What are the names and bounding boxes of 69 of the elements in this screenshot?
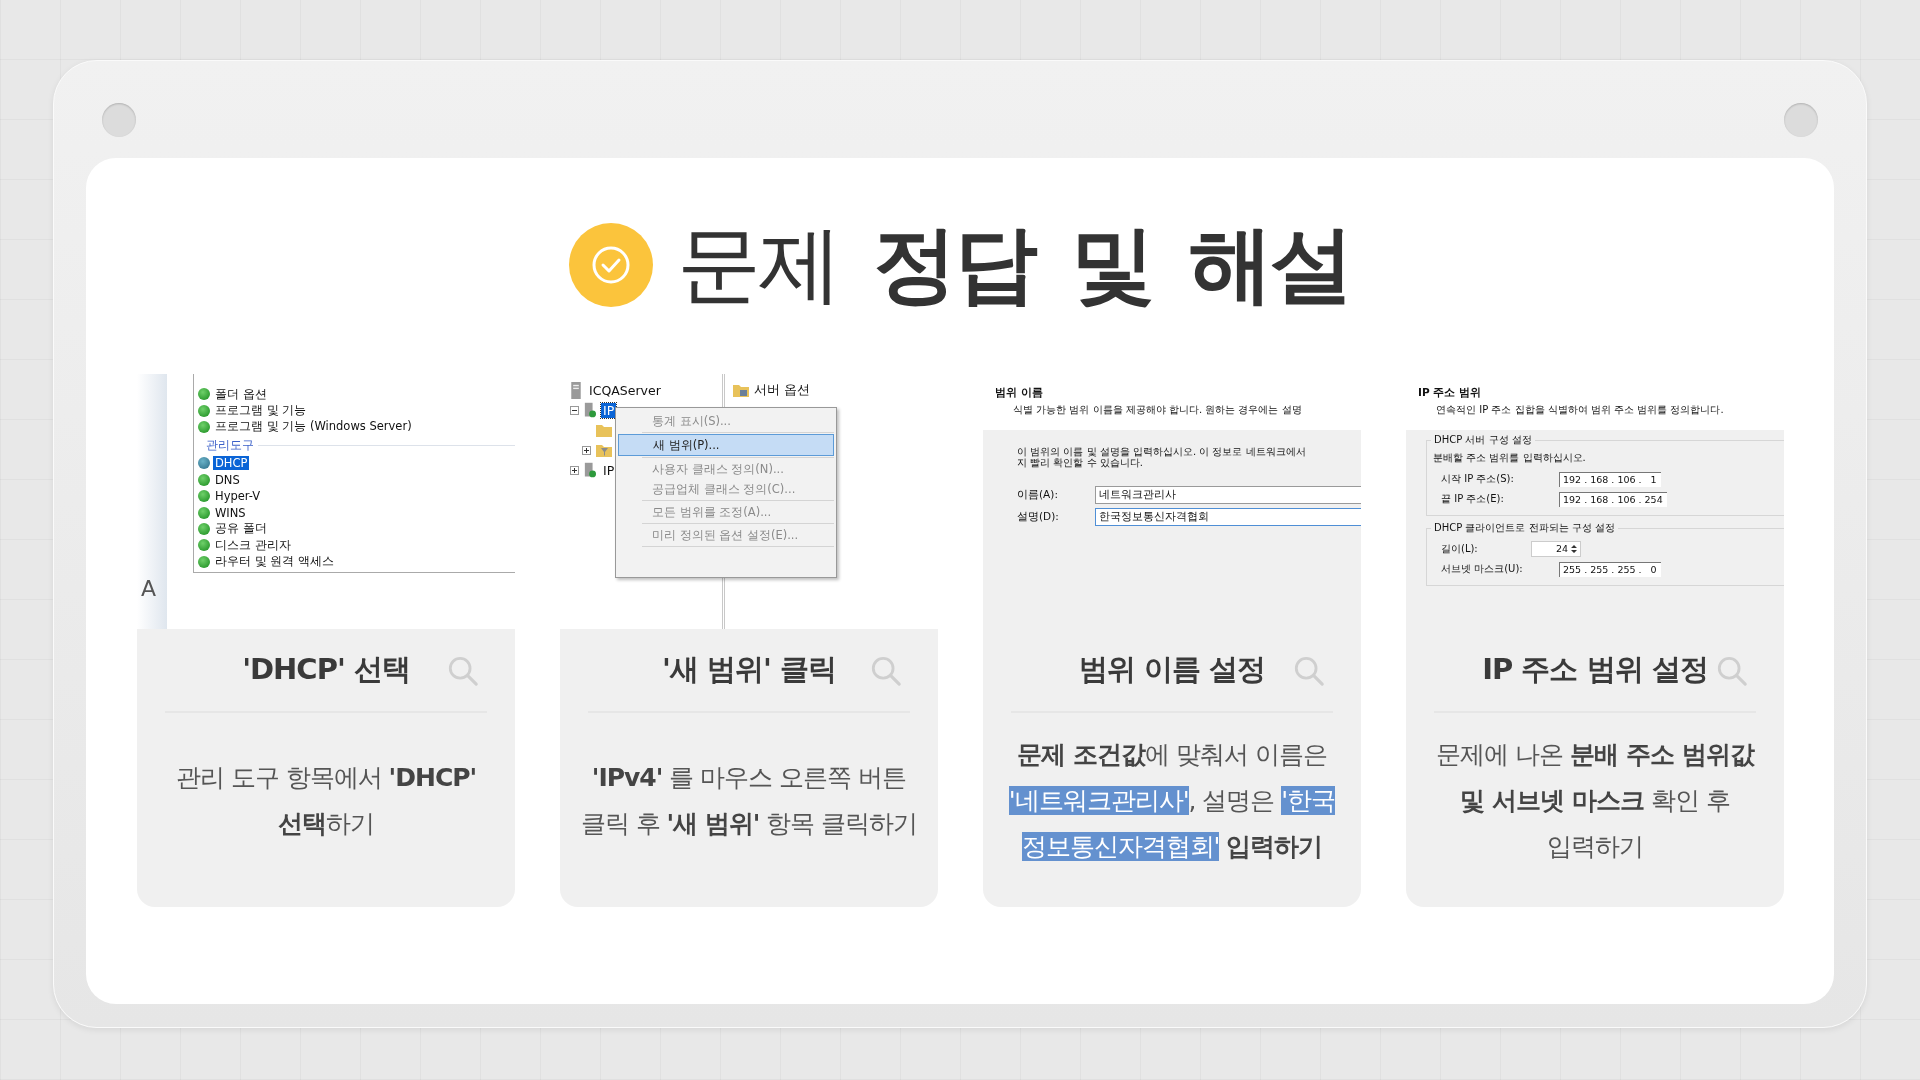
feature-item[interactable]: WINS [213,505,248,520]
page-title: 문제 정답 및 해설 [677,214,1351,315]
feature-ball-icon [198,506,210,519]
feature-item[interactable]: 라우터 및 원격 액세스 [213,554,336,570]
wizard-instructions: 이 범위의 이름 및 설명을 입력하십시오. 이 정보로 네트워크에서 지 빨리 확인할 수 있습니다. [1017,446,1307,468]
field-label: 길이(L): [1441,542,1479,556]
input-field[interactable]: 네트워크관리사 [1095,486,1361,504]
feature-ball-icon [198,555,210,568]
spinner-arrows-icon[interactable] [1570,543,1578,555]
field-label: 설명(D): [1017,510,1060,524]
input-field[interactable]: 한국정보통신자격협회 [1095,508,1361,526]
folder-icon [733,383,749,397]
feature-item[interactable]: 폴더 옵션 [213,386,269,402]
server-check-icon [584,461,596,479]
pane-item[interactable]: 서버 옵션 [754,381,810,399]
wizard-heading: 범위 이름 [995,386,1044,400]
field-label: 끝 IP 주소(E): [1441,492,1505,506]
step-description: 관리 도구 항목에서 'DHCP' 선택하기 [175,762,477,840]
pin-dot [102,103,136,137]
wizard-subheading: 연속적인 IP 주소 집합을 식별하여 범위 주소 범위를 정의합니다. [1435,403,1725,417]
filter-folder-icon [596,443,612,457]
feature-ball-icon [198,404,210,417]
step-heading: 'DHCP' 선택 [242,651,410,688]
feature-ball-icon [198,473,210,486]
step-heading: '새 범위' 클릭 [662,651,836,688]
pin-dot [1784,103,1818,137]
step-heading: 범위 이름 설정 [1078,651,1266,688]
step-description: 문제에 나온 분배 주소 범위값 및 서브넷 마스크 확인 후 입력하기 [1436,739,1754,863]
server-icon [570,381,582,399]
expander-icon[interactable] [582,445,591,455]
step-description: 'IPv4' 를 마우스 오른쪽 버튼 클릭 후 '새 범위' 항목 클릭하기 [580,762,918,840]
feature-ball-icon [198,490,210,503]
step-heading: IP 주소 범위 설정 [1482,651,1708,688]
tree-item[interactable]: ICQAServer [587,382,663,398]
expander-icon[interactable] [570,465,579,475]
feature-ball-icon [198,420,210,433]
tree-item[interactable]: IP [601,402,617,418]
spin-field[interactable]: 24 [1531,541,1581,557]
edge-letter: A [141,576,157,601]
wizard-subheading: 식별 가능한 범위 이름을 제공해야 합니다. 원하는 경우에는 설명 [1012,403,1303,417]
server-check-icon [584,401,596,419]
menu-item[interactable]: 새 범위(P)... [618,434,834,456]
feature-ball-icon [198,522,210,535]
wizard-heading: IP 주소 범위 [1418,386,1482,400]
feature-item[interactable]: 프로그램 및 기능 [213,403,309,419]
step-description: 문제 조건값에 맞춰서 이름은 '네트워크관리사', 설명은 '한국 정보통신자격협회' 입력하기 [1008,739,1336,863]
section-label: 관리도구 [206,437,254,453]
feature-item[interactable]: DNS [213,472,242,487]
ip-address-field[interactable]: 255 . 255 . 255 . 0 [1559,561,1661,577]
group-legend: DHCP 클라이언트로 전파되는 구성 설정 [1431,521,1618,535]
feature-ball-icon [198,539,210,552]
group-legend: DHCP 서버 구성 설정 [1431,433,1535,447]
feature-item[interactable]: DHCP [213,456,250,471]
folder-icon [596,423,612,437]
group-hint: 분배할 주소 범위를 입력하십시오. [1433,451,1587,465]
feature-ball-icon [198,388,210,401]
feature-item[interactable]: 공유 폴더 [213,521,269,537]
check-icon [569,223,654,307]
expander-icon[interactable] [570,405,579,415]
ip-address-field[interactable]: 192 . 168 . 106 . 254 [1559,491,1667,507]
field-label: 서브넷 마스크(U): [1441,562,1524,576]
tree-item[interactable]: IP [601,462,617,478]
feature-ball-icon [198,457,210,470]
field-label: 시작 IP 주소(S): [1441,472,1515,486]
ip-address-field[interactable]: 192 . 168 . 106 . 1 [1559,471,1661,487]
feature-item[interactable]: Hyper-V [213,489,263,504]
feature-item[interactable]: 프로그램 및 기능 (Windows Server) [213,419,414,435]
field-label: 이름(A): [1017,488,1059,502]
feature-item[interactable]: 디스크 관리자 [213,537,293,553]
